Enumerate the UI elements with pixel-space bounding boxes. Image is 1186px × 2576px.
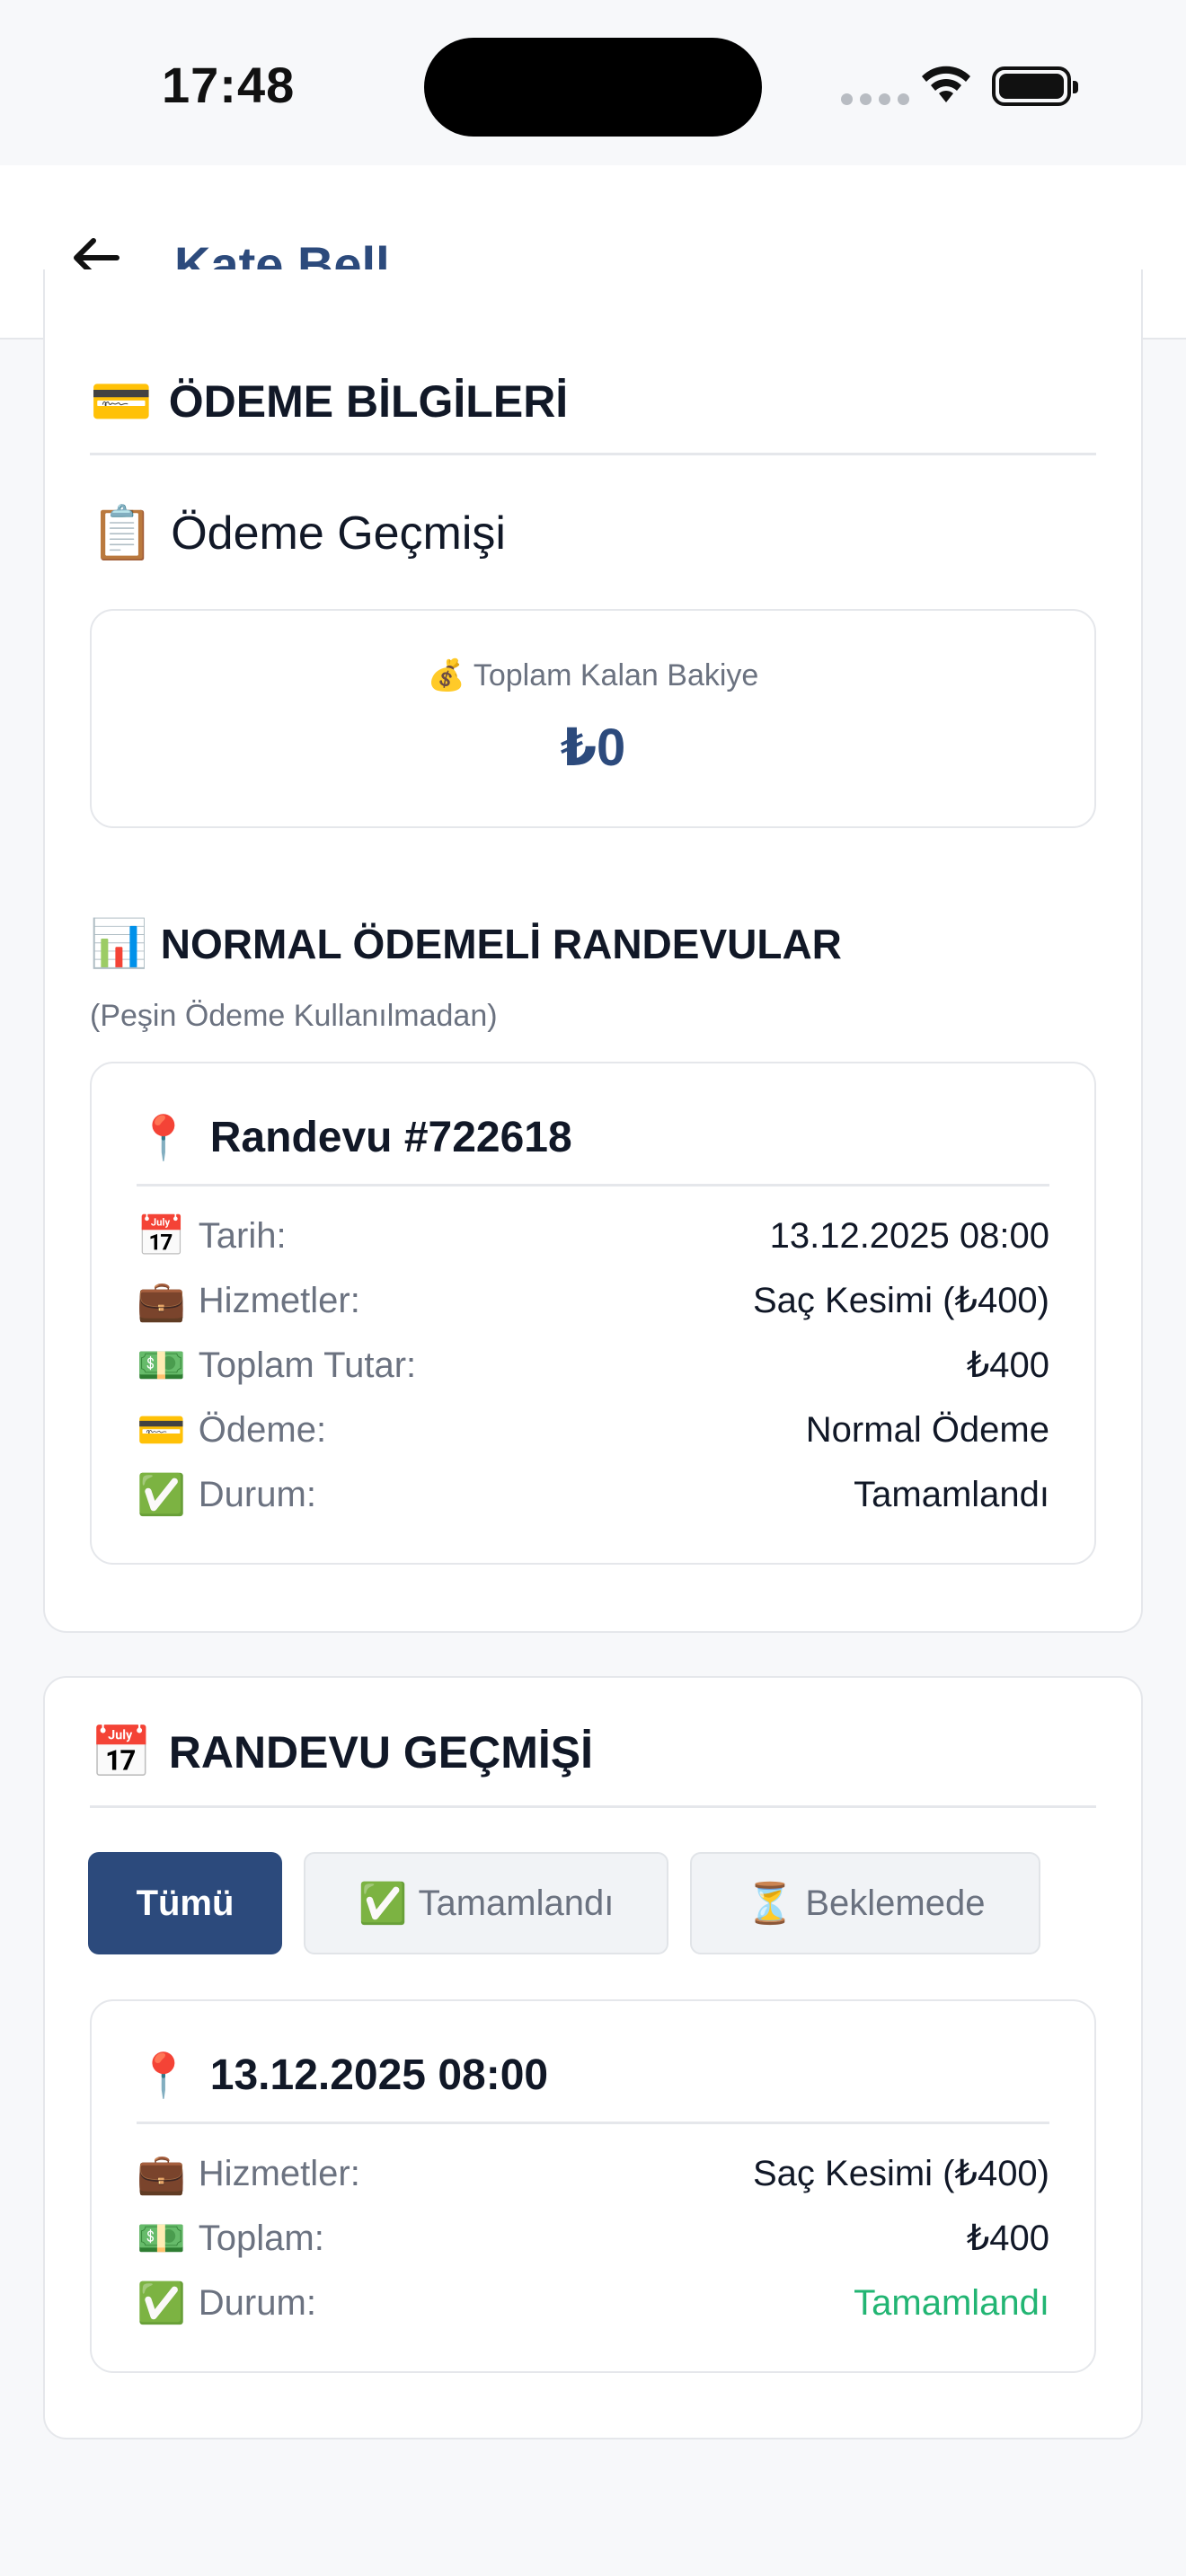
divider [90, 453, 1096, 455]
balance-box: 💰 Toplam Kalan Bakiye ₺0 [90, 609, 1096, 828]
appointment-card[interactable]: 📍 Randevu #722618 📅 Tarih: 13.12.2025 08:… [90, 1062, 1096, 1565]
status-bar: 17:48 [0, 0, 1186, 165]
row-services: 💼 Hizmetler: Saç Kesimi (₺400) [137, 2152, 1049, 2196]
balance-value: ₺0 [560, 719, 626, 777]
bar-chart-icon: 📊 [90, 918, 148, 970]
divider [90, 1805, 1096, 1808]
pin-icon: 📍 [137, 1115, 190, 1162]
history-item-card[interactable]: 📍 13.12.2025 08:00 💼 Hizmetler: Saç Kesim… [90, 1999, 1096, 2373]
hourglass-icon: ⏳ [745, 1882, 795, 1926]
battery-icon [992, 66, 1078, 106]
check-icon: ✅ [137, 1473, 186, 1517]
signal-icon [841, 93, 909, 105]
balance-label: 💰 Toplam Kalan Bakiye [427, 658, 759, 693]
status-badge: Tamamlandı [854, 2282, 1049, 2323]
calendar-icon: 📅 [90, 1724, 153, 1780]
check-icon: ✅ [137, 2281, 186, 2325]
row-payment: 💳 Ödeme: Normal Ödeme [137, 1408, 1049, 1452]
payment-info-title: 💳 ÖDEME BİLGİLERİ [90, 373, 569, 429]
dynamic-island [424, 38, 762, 137]
row-total: 💵 Toplam Tutar: ₺400 [137, 1344, 1049, 1388]
row-status: ✅ Durum: Tamamlandı [137, 2281, 1049, 2325]
row-total: 💵 Toplam: ₺400 [137, 2217, 1049, 2261]
calendar-icon: 📅 [137, 1214, 186, 1258]
appointment-title: 📍 Randevu #722618 [137, 1114, 572, 1162]
normal-appointments-title: 📊 NORMAL ÖDEMELİ RANDEVULAR [90, 918, 842, 970]
row-date: 📅 Tarih: 13.12.2025 08:00 [137, 1214, 1049, 1258]
check-icon: ✅ [358, 1882, 408, 1926]
normal-appointments-note: (Peşin Ödeme Kullanılmadan) [90, 999, 498, 1033]
credit-card-icon: 💳 [90, 373, 153, 429]
money-icon: 💵 [137, 1344, 186, 1388]
pin-icon: 📍 [137, 2052, 190, 2100]
divider [137, 1184, 1049, 1187]
clipboard-icon: 📋 [90, 504, 155, 562]
row-status: ✅ Durum: Tamamlandı [137, 1473, 1049, 1517]
wifi-icon [922, 66, 970, 102]
payment-history-title: 📋 Ödeme Geçmişi [90, 504, 506, 562]
row-services: 💼 Hizmetler: Saç Kesimi (₺400) [137, 1279, 1049, 1323]
filter-tabs: Tümü ✅ Tamamlandı ⏳ Beklemede [88, 1852, 1040, 1954]
tab-pending[interactable]: ⏳ Beklemede [690, 1852, 1040, 1954]
briefcase-icon: 💼 [137, 2152, 186, 2196]
divider [137, 2122, 1049, 2124]
money-icon: 💵 [137, 2217, 186, 2261]
tab-all[interactable]: Tümü [88, 1852, 282, 1954]
money-bag-icon: 💰 [427, 658, 465, 693]
tab-completed[interactable]: ✅ Tamamlandı [304, 1852, 668, 1954]
appointment-history-title: 📅 RANDEVU GEÇMİŞİ [90, 1724, 593, 1780]
history-item-title: 📍 13.12.2025 08:00 [137, 2051, 549, 2100]
status-time: 17:48 [162, 57, 296, 113]
briefcase-icon: 💼 [137, 1279, 186, 1323]
credit-card-icon: 💳 [137, 1408, 186, 1452]
